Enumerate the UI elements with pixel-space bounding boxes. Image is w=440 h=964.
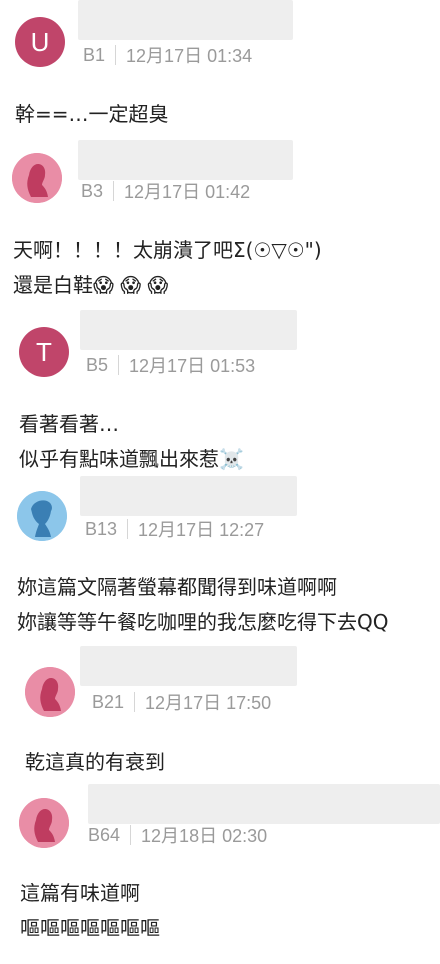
comment-meta: B64 12月18日 02:30 [88,822,267,848]
timestamp: 12月18日 02:30 [141,826,268,846]
username-placeholder[interactable] [88,784,440,824]
female-silhouette-icon [19,798,69,848]
meta-divider [130,825,132,845]
comment-b64: B64 12月18日 02:30 這篇有味道啊 嘔嘔嘔嘔嘔嘔嘔 [0,0,440,964]
comment-text: 這篇有味道啊 嘔嘔嘔嘔嘔嘔嘔 [20,876,160,946]
floor-number: B64 [88,824,121,845]
avatar[interactable] [19,798,69,848]
comment-line: 這篇有味道啊 [20,881,140,905]
comment-line: 嘔嘔嘔嘔嘔嘔嘔 [20,916,160,940]
